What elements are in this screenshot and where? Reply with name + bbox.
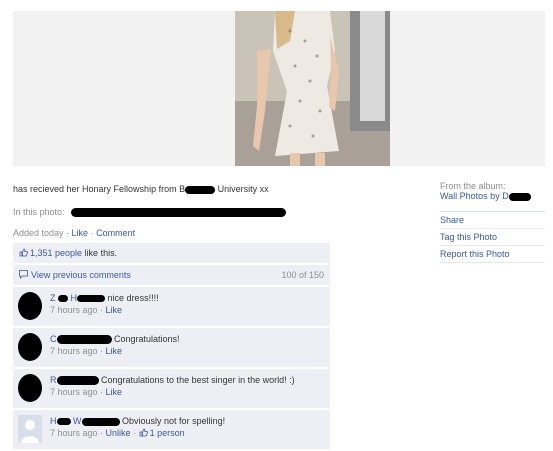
comment-text: Congratulations to the best singer in th…: [101, 375, 295, 385]
commenter-name[interactable]: C: [50, 334, 57, 344]
commenter-name[interactable]: W: [73, 416, 82, 426]
redacted-tags: [71, 208, 287, 218]
added-time: Added today: [13, 228, 64, 238]
redacted-name: [508, 192, 531, 201]
meta-separator: ·: [97, 305, 106, 315]
share-link[interactable]: Share: [440, 212, 545, 229]
comment-like-link[interactable]: Like: [106, 346, 123, 356]
comment-item: R Congratulations to the best singer in …: [13, 369, 330, 408]
comment-like-link[interactable]: Like: [106, 305, 123, 315]
comment-item: H W Obviously not for spelling! 7 hours …: [13, 410, 330, 449]
tagged-people: In this photo:: [13, 207, 287, 218]
likes-bar: 1,351 people like this.: [13, 243, 330, 263]
comment-text: Obviously not for spelling!: [122, 416, 226, 426]
redacted-name: [56, 376, 99, 386]
thumbs-up-icon: [19, 248, 28, 257]
comment-count: 100 of 150: [281, 270, 324, 280]
tagged-label: In this photo:: [13, 207, 65, 217]
photo-of-person-in-floral-dress[interactable]: [235, 11, 390, 166]
photo-stage: [13, 11, 545, 166]
report-photo-link[interactable]: Report this Photo: [440, 246, 545, 263]
feedback-area: 1,351 people like this. View previous co…: [13, 243, 330, 451]
comment-time: 7 hours ago: [50, 346, 98, 356]
meta-separator: ·: [97, 387, 106, 397]
likes-suffix: like this.: [82, 248, 118, 258]
photo-illustration: [235, 11, 390, 166]
comment-bubble-icon: [19, 270, 28, 279]
avatar[interactable]: [18, 374, 42, 402]
comment-link[interactable]: Comment: [96, 228, 135, 238]
comment-time: 7 hours ago: [50, 428, 98, 438]
meta-separator: ·: [97, 346, 106, 356]
comment-item: Z H nice dress!!!! 7 hours ago · Like: [13, 287, 330, 326]
commenter-name[interactable]: Z: [50, 293, 56, 303]
view-previous-comments[interactable]: View previous comments 100 of 150: [13, 265, 330, 285]
commenter-name[interactable]: H: [50, 416, 57, 426]
comment-time: 7 hours ago: [50, 305, 98, 315]
default-avatar[interactable]: [18, 415, 42, 443]
likes-count-link[interactable]: 1,351 people: [30, 248, 82, 258]
photo-caption: has recieved her Honary Fellowship from …: [13, 184, 413, 194]
avatar[interactable]: [18, 333, 42, 361]
comment-item: C Congratulations! 7 hours ago · Like: [13, 328, 330, 367]
comment-text: nice dress!!!!: [107, 293, 159, 303]
meta-separator: ·: [97, 428, 106, 438]
comment-unlike-link[interactable]: Unlike: [106, 428, 131, 438]
like-link[interactable]: Like: [72, 228, 89, 238]
redacted-name: [56, 335, 112, 345]
caption-text-after: University xx: [215, 184, 269, 194]
photo-actions: Share Tag this Photo Report this Photo: [440, 211, 545, 263]
tag-photo-link[interactable]: Tag this Photo: [440, 229, 545, 246]
avatar[interactable]: [18, 292, 42, 320]
comment-like-link[interactable]: Like: [106, 387, 123, 397]
redacted-name: [81, 417, 120, 426]
album-label: From the album:: [440, 181, 506, 191]
view-previous-link[interactable]: View previous comments: [31, 270, 131, 280]
meta-separator: ·: [130, 428, 139, 438]
photo-sidebar: From the album: Wall Photos by D Share T…: [440, 181, 545, 263]
redacted-name: [56, 418, 71, 426]
meta-separator: ·: [88, 228, 97, 238]
redacted-name: [77, 295, 106, 303]
redacted-name: [185, 185, 216, 194]
redacted-name: [58, 295, 69, 303]
thumbs-up-icon: [139, 428, 148, 437]
caption-text-before: has recieved her Honary Fellowship from …: [13, 184, 186, 194]
comment-time: 7 hours ago: [50, 387, 98, 397]
commenter-name[interactable]: R: [50, 375, 57, 385]
photo-meta: Added today · Like · Comment: [13, 228, 135, 238]
meta-separator: ·: [63, 228, 72, 238]
comment-text: Congratulations!: [114, 334, 180, 344]
album-link[interactable]: Wall Photos by D: [440, 191, 509, 201]
comment-likes-link[interactable]: 1 person: [150, 428, 185, 438]
